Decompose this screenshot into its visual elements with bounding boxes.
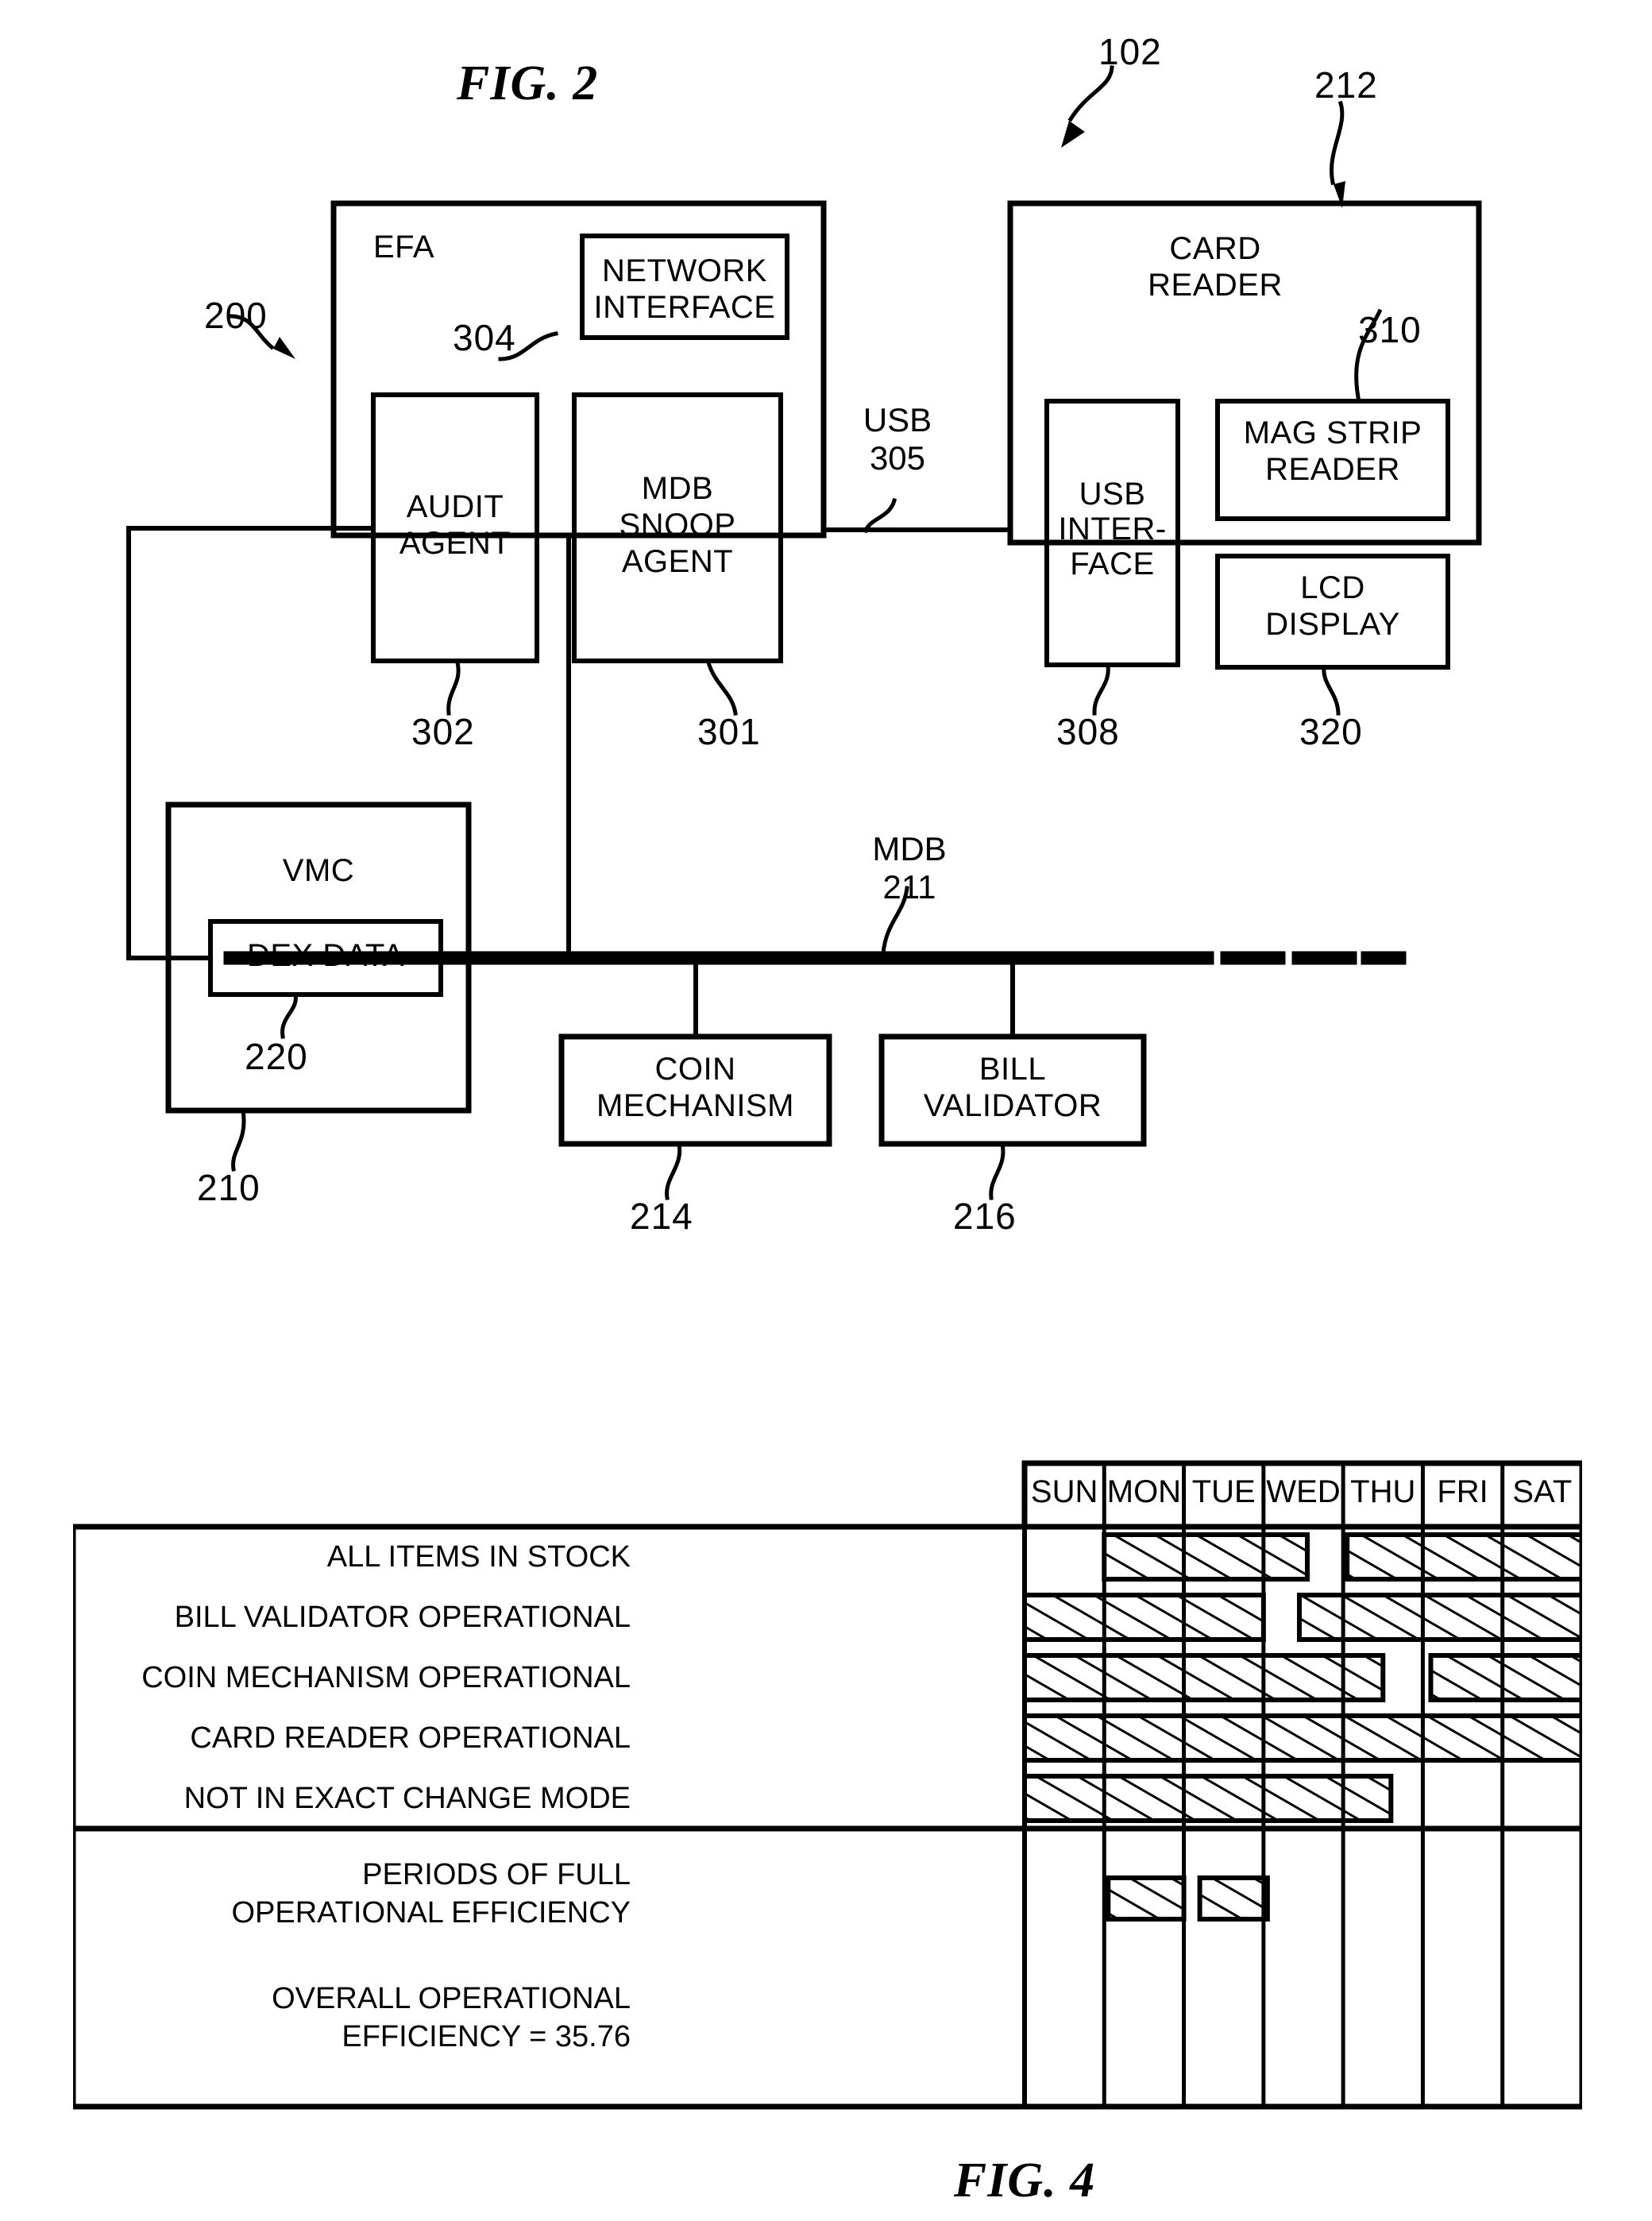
ref-102-arrowhead xyxy=(1061,121,1085,148)
bill-validator-label: BILL VALIDATOR xyxy=(923,1052,1102,1123)
ref-200-arrowhead xyxy=(273,337,295,359)
day-header-fri: FRI xyxy=(1437,1474,1488,1509)
mdb-connection-ref: 211 xyxy=(882,868,936,906)
overall-efficiency-label: OVERALL OPERATIONAL EFFICIENCY = 35.76 xyxy=(272,1982,631,2053)
ref-302-leader xyxy=(446,660,461,716)
ref-301-leader xyxy=(705,659,738,716)
usb-connection-ref: 305 xyxy=(869,439,926,477)
availability-bar xyxy=(1296,1593,1584,1642)
availability-bar xyxy=(1022,1774,1394,1823)
full-efficiency-bar xyxy=(1197,1875,1270,1922)
row-label: NOT IN EXACT CHANGE MODE xyxy=(183,1782,631,1815)
ref-102-leader xyxy=(1067,65,1114,122)
usb-connection-label: USB xyxy=(863,401,932,438)
mdb-snoop-agent-label: MDB SNOOP AGENT xyxy=(619,471,736,579)
row-label: BILL VALIDATOR OPERATIONAL xyxy=(174,1601,631,1634)
ref-216: 216 xyxy=(953,1195,1017,1237)
day-header-thu: THU xyxy=(1350,1474,1416,1509)
ref-214: 214 xyxy=(630,1195,693,1237)
dex-data-label: DEX DATA xyxy=(246,938,405,973)
ref-212-leader xyxy=(1330,100,1345,185)
full-efficiency-bar xyxy=(1106,1875,1187,1922)
ref-304: 304 xyxy=(453,317,516,358)
day-header-mon: MON xyxy=(1106,1474,1182,1509)
availability-bar xyxy=(1428,1653,1585,1702)
row-label: ALL ITEMS IN STOCK xyxy=(326,1540,631,1574)
availability-bar xyxy=(1022,1653,1386,1702)
ref-301: 301 xyxy=(697,711,761,752)
coin-mechanism-label: COIN MECHANISM xyxy=(596,1052,794,1123)
figure-4-table: SUN MON TUE WED THU FRI SAT ALL ITEMS IN STOCK… xyxy=(70,1460,1585,2119)
day-header-sun: SUN xyxy=(1030,1474,1098,1509)
usb-interface-label: USB INTER- FACE xyxy=(1058,477,1167,581)
mag-strip-reader-label: MAG STRIP READER xyxy=(1243,415,1422,487)
ref-302: 302 xyxy=(411,711,475,752)
ref-212: 212 xyxy=(1314,64,1378,106)
ref-220: 220 xyxy=(245,1036,308,1077)
audit-agent-label: AUDIT AGENT xyxy=(399,489,511,561)
figure-4-title: FIG. 4 xyxy=(953,2153,1096,2207)
ref-220-leader xyxy=(280,992,298,1039)
row-label: COIN MECHANISM OPERATIONAL xyxy=(141,1661,631,1694)
ref-308-leader xyxy=(1092,663,1110,716)
ref-310: 310 xyxy=(1358,309,1422,350)
ref-200: 200 xyxy=(204,295,268,336)
ref-210-leader xyxy=(231,1108,246,1172)
ref-320-leader xyxy=(1322,665,1341,716)
network-interface-label: NETWORK INTERFACE xyxy=(593,253,776,325)
lcd-display-label: LCD DISPLAY xyxy=(1265,570,1400,642)
day-header-wed: WED xyxy=(1266,1474,1341,1509)
ref-308: 308 xyxy=(1056,711,1120,752)
ref-320: 320 xyxy=(1299,711,1363,752)
ref-216-leader xyxy=(989,1141,1005,1200)
audit-agent-to-dex-line xyxy=(126,526,376,960)
ref-305-leader xyxy=(863,497,897,534)
day-header-sat: SAT xyxy=(1512,1474,1573,1509)
ref-214-leader xyxy=(665,1141,682,1200)
ref-102: 102 xyxy=(1098,31,1162,72)
summary-row-label: PERIODS OF FULL OPERATIONAL EFFICIENCY xyxy=(231,1858,631,1929)
mdb-connection-label: MDB xyxy=(872,830,947,867)
patent-figure-page: FIG. 2 EFA NETWORK INTERFACE AUDIT AGENT… xyxy=(0,0,1652,2221)
availability-bar xyxy=(1022,1713,1584,1763)
ref-210: 210 xyxy=(197,1167,261,1208)
card-reader-label: CARD READER xyxy=(1148,231,1283,303)
day-header-tue: TUE xyxy=(1191,1474,1256,1509)
availability-bar xyxy=(1022,1593,1266,1642)
row-label: CARD READER OPERATIONAL xyxy=(190,1721,631,1755)
vmc-label: VMC xyxy=(282,853,355,888)
efa-label: EFA xyxy=(373,230,435,265)
availability-bar xyxy=(1345,1532,1584,1582)
availability-bar xyxy=(1102,1532,1310,1582)
